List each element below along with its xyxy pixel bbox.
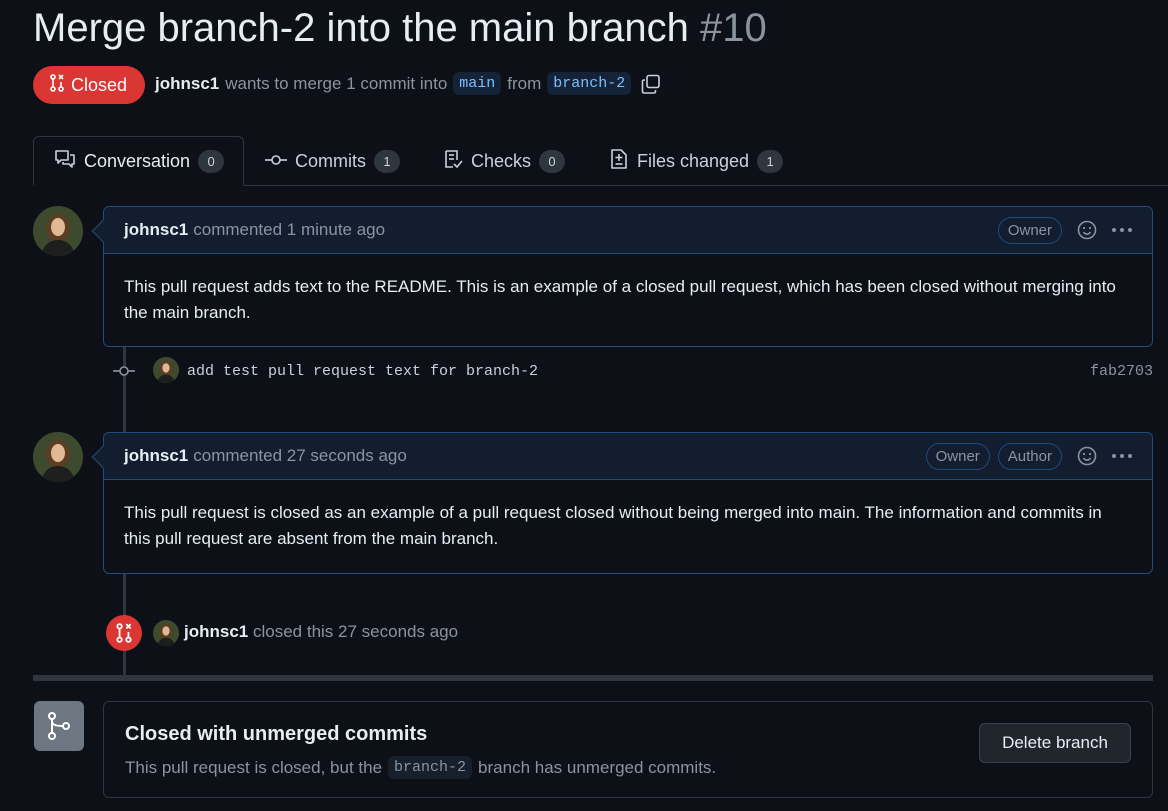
comment-header: johnsc1 commented 27 seconds ago Owner A… [104, 433, 1152, 480]
tab-count: 0 [198, 149, 225, 173]
commit-message[interactable]: add test pull request text for branch-2 [187, 363, 538, 380]
head-branch[interactable]: branch-2 [547, 72, 632, 95]
git-branch-icon [34, 701, 84, 751]
smiley-icon[interactable] [1076, 445, 1098, 467]
summary-text: wants to merge 1 commit into [225, 73, 448, 93]
kebab-horizontal-icon[interactable] [1112, 454, 1132, 458]
avatar[interactable] [33, 206, 83, 256]
comment-meta[interactable]: commented 27 seconds ago [193, 446, 407, 466]
comment-author[interactable]: johnsc1 [124, 220, 188, 240]
tab-count: 1 [374, 149, 400, 173]
tab-label: Checks [471, 150, 532, 171]
tab-label: Conversation [84, 150, 191, 171]
merge-status-box: Closed with unmerged commits This pull r… [103, 701, 1153, 798]
pr-title: Merge branch-2 into the main branch [33, 6, 689, 50]
comment-body: This pull request is closed as an exampl… [124, 503, 1102, 548]
comment-header: johnsc1 commented 1 minute ago Owner [104, 207, 1152, 254]
author-badge: Author [997, 442, 1062, 470]
tab-count: 0 [539, 149, 566, 173]
avatar[interactable] [33, 432, 83, 482]
merge-text-before: This pull request is closed, but the [125, 757, 383, 777]
delete-branch-button[interactable]: Delete branch [979, 723, 1131, 763]
checklist-icon [443, 149, 463, 174]
page-title: Merge branch-2 into the main branch #10 [33, 6, 767, 51]
tab-label: Commits [295, 150, 366, 171]
owner-badge: Owner [925, 442, 990, 470]
pr-tabs: Conversation 0 Commits 1 Checks 0 Files … [33, 136, 1168, 186]
tab-commits[interactable]: Commits 1 [265, 136, 400, 186]
close-actor[interactable]: johnsc1 [184, 622, 248, 641]
comment-actions: Owner [997, 216, 1132, 244]
comment-card: johnsc1 commented 27 seconds ago Owner A… [91, 432, 1153, 574]
merge-status-text: This pull request is closed, but the bra… [125, 756, 716, 779]
tab-checks[interactable]: Checks 0 [443, 136, 566, 186]
owner-badge: Owner [997, 216, 1062, 244]
smiley-icon[interactable] [1076, 219, 1098, 241]
git-commit-icon [265, 151, 287, 172]
closed-event-text: johnsc1 closed this 27 seconds ago [184, 622, 458, 642]
file-diff-icon [609, 148, 629, 174]
avatar[interactable] [153, 620, 179, 646]
merge-status-heading: Closed with unmerged commits [125, 723, 428, 745]
tab-conversation[interactable]: Conversation 0 [33, 136, 244, 186]
tab-files-changed[interactable]: Files changed 1 [609, 136, 784, 186]
base-branch[interactable]: main [453, 72, 502, 95]
comment-card: johnsc1 commented 1 minute ago Owner Thi… [91, 206, 1153, 347]
state-label: Closed [71, 74, 128, 95]
commit-row: add test pull request text for branch-2 … [113, 356, 1153, 386]
timeline-divider [33, 675, 1153, 681]
close-description[interactable]: closed this 27 seconds ago [253, 622, 458, 641]
avatar[interactable] [153, 357, 179, 383]
author-link[interactable]: johnsc1 [155, 74, 219, 94]
comment-meta[interactable]: commented 1 minute ago [193, 220, 385, 240]
unmerged-branch[interactable]: branch-2 [388, 756, 473, 779]
pr-number: #10 [700, 6, 767, 50]
tab-count: 1 [757, 149, 784, 173]
closed-event: johnsc1 closed this 27 seconds ago [106, 615, 806, 651]
pr-summary: johnsc1 wants to merge 1 commit into mai… [155, 72, 661, 95]
kebab-horizontal-icon[interactable] [1112, 228, 1132, 232]
comment-body: This pull request adds text to the READM… [124, 277, 1116, 322]
git-pull-request-closed-icon [106, 615, 142, 651]
from-text: from [507, 73, 542, 93]
comment-author[interactable]: johnsc1 [124, 446, 188, 466]
commit-sha[interactable]: fab2703 [1090, 363, 1153, 380]
comment-discussion-icon [54, 149, 76, 174]
git-pull-request-closed-icon [49, 73, 65, 97]
comment-actions: Owner Author [925, 442, 1132, 470]
copy-icon[interactable] [641, 74, 661, 94]
git-commit-icon [113, 364, 135, 383]
tab-label: Files changed [637, 150, 750, 171]
pull-request-page: Merge branch-2 into the main branch #10 … [0, 0, 1168, 811]
state-badge: Closed [33, 66, 145, 104]
merge-text-after: branch has unmerged commits. [478, 757, 717, 777]
